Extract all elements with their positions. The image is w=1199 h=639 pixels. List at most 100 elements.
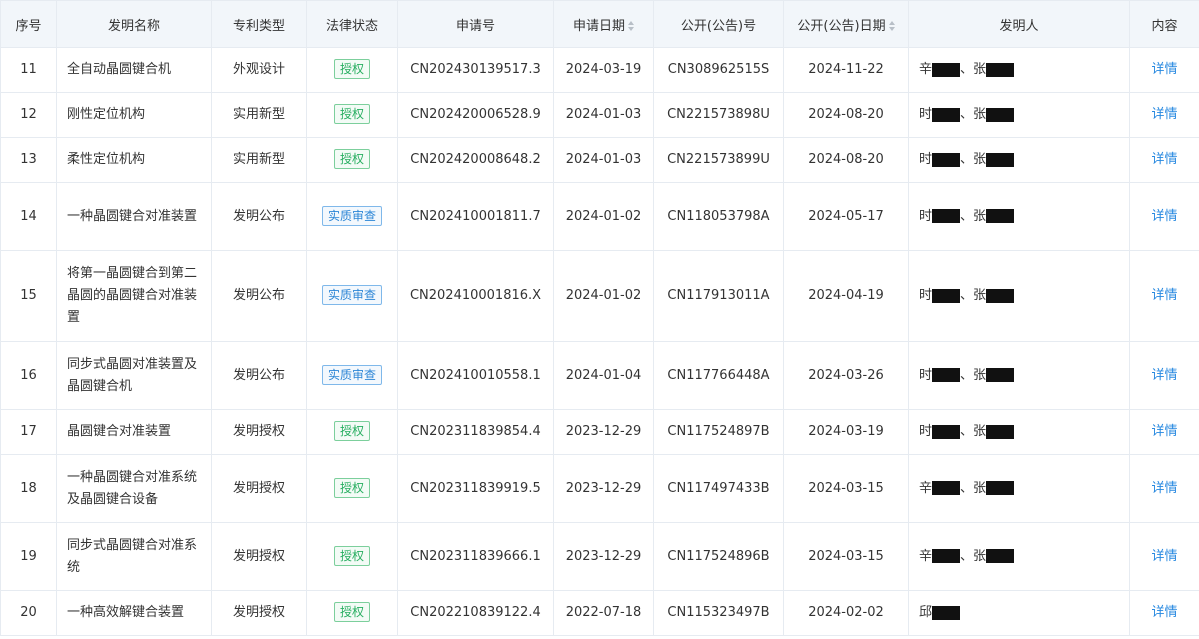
inventor-name: 张 bbox=[973, 62, 987, 77]
status-badge: 授权 bbox=[333, 104, 370, 124]
status-badge: 授权 bbox=[333, 602, 370, 622]
inventor-name: 张 bbox=[973, 367, 987, 383]
application-date: 2023-12-29 bbox=[565, 480, 642, 496]
cell-type: 实用新型 bbox=[211, 137, 307, 183]
cell-pub-date: 2024-03-15 bbox=[783, 522, 909, 591]
patent-type: 实用新型 bbox=[232, 107, 285, 122]
col-header-title: 发明名称 bbox=[56, 0, 212, 48]
patent-type: 发明授权 bbox=[232, 424, 285, 439]
redaction-block bbox=[986, 549, 1015, 563]
cell-title: 同步式晶圆对准装置及晶圆键合机 bbox=[56, 341, 212, 410]
publication-date: 2024-02-02 bbox=[808, 605, 884, 620]
patent-type: 发明授权 bbox=[232, 605, 285, 620]
inventor-name: 张 bbox=[973, 548, 987, 564]
cell-app-no: CN202430139517.3 bbox=[397, 47, 554, 93]
cell-app-date: 2024-01-03 bbox=[553, 137, 654, 183]
redaction-block bbox=[932, 481, 961, 495]
table-row: 13 柔性定位机构 实用新型 授权 CN202420008648.2 2024-01-03… bbox=[0, 137, 1199, 183]
patent-title: 一种高效解键合装置 bbox=[67, 605, 185, 620]
cell-type: 发明授权 bbox=[211, 522, 307, 591]
detail-link[interactable]: 详情 bbox=[1151, 107, 1177, 122]
cell-title: 全自动晶圆键合机 bbox=[56, 47, 212, 93]
cell-app-date: 2023-12-29 bbox=[553, 454, 654, 523]
row-number: 16 bbox=[20, 367, 37, 383]
detail-link[interactable]: 详情 bbox=[1151, 481, 1177, 496]
col-header-app-no: 申请号 bbox=[397, 0, 554, 48]
application-number: CN202410001816.X bbox=[409, 288, 542, 303]
table-body: 11 全自动晶圆键合机 外观设计 授权 CN202430139517.3 2024-03-… bbox=[0, 47, 1199, 636]
patent-type: 发明授权 bbox=[232, 548, 285, 564]
inventor-separator: 、 bbox=[960, 548, 974, 564]
cell-title: 将第一晶圆键合到第二晶圆的晶圆键合对准装置 bbox=[56, 250, 212, 342]
col-header-app-date[interactable]: 申请日期 bbox=[553, 0, 654, 48]
row-number: 18 bbox=[20, 480, 37, 496]
detail-link[interactable]: 详情 bbox=[1151, 368, 1177, 383]
cell-app-no: CN202410010558.1 bbox=[397, 341, 554, 410]
cell-pub-no: CN115323497B bbox=[653, 590, 784, 636]
redaction-block bbox=[986, 424, 1015, 439]
application-date: 2024-01-02 bbox=[565, 208, 642, 224]
detail-link[interactable]: 详情 bbox=[1151, 605, 1177, 620]
patent-title: 刚性定位机构 bbox=[67, 107, 146, 122]
detail-link[interactable]: 详情 bbox=[1151, 288, 1177, 303]
cell-content: 详情 bbox=[1129, 92, 1199, 138]
cell-seq: 12 bbox=[0, 92, 57, 138]
detail-link[interactable]: 详情 bbox=[1151, 62, 1177, 77]
detail-link[interactable]: 详情 bbox=[1151, 549, 1177, 564]
application-number: CN202420008648.2 bbox=[410, 152, 541, 167]
cell-pub-date: 2024-08-20 bbox=[783, 92, 909, 138]
cell-title: 一种晶圆键合对准装置 bbox=[56, 182, 212, 251]
inventor-separator: 、 bbox=[960, 424, 974, 439]
col-header-pub-date[interactable]: 公开(公告)日期 bbox=[783, 0, 909, 48]
detail-link[interactable]: 详情 bbox=[1151, 424, 1177, 439]
cell-pub-no: CN221573899U bbox=[653, 137, 784, 183]
publication-number: CN221573898U bbox=[667, 107, 770, 122]
cell-content: 详情 bbox=[1129, 522, 1199, 591]
cell-type: 实用新型 bbox=[211, 92, 307, 138]
patent-type: 实用新型 bbox=[232, 152, 285, 167]
detail-link[interactable]: 详情 bbox=[1151, 152, 1177, 167]
patent-title: 一种晶圆键合对准系统及晶圆键合设备 bbox=[67, 469, 198, 507]
cell-app-no: CN202410001811.7 bbox=[397, 182, 554, 251]
inventor-name: 张 bbox=[973, 480, 987, 496]
publication-date: 2024-03-19 bbox=[808, 424, 884, 439]
cell-content: 详情 bbox=[1129, 137, 1199, 183]
application-date: 2023-12-29 bbox=[565, 424, 642, 439]
cell-status: 授权 bbox=[306, 47, 398, 93]
application-date: 2024-03-19 bbox=[565, 62, 642, 77]
cell-pub-date: 2024-02-02 bbox=[783, 590, 909, 636]
application-date: 2024-01-03 bbox=[565, 152, 642, 167]
inventor-separator: 、 bbox=[960, 480, 974, 496]
sort-icon[interactable] bbox=[888, 21, 895, 31]
detail-link[interactable]: 详情 bbox=[1151, 209, 1177, 224]
cell-inventors: 时 、张 bbox=[908, 182, 1130, 251]
patent-title: 晶圆键合对准装置 bbox=[67, 424, 172, 439]
cell-pub-date: 2024-03-19 bbox=[783, 409, 909, 455]
cell-pub-no: CN118053798A bbox=[653, 182, 784, 251]
table-row: 11 全自动晶圆键合机 外观设计 授权 CN202430139517.3 2024-03-… bbox=[0, 47, 1199, 93]
cell-app-date: 2024-01-02 bbox=[553, 182, 654, 251]
cell-pub-no: CN117524896B bbox=[653, 522, 784, 591]
publication-number: CN117497433B bbox=[667, 480, 770, 496]
publication-date: 2024-11-22 bbox=[808, 62, 884, 77]
patent-title: 将第一晶圆键合到第二晶圆的晶圆键合对准装置 bbox=[67, 266, 198, 325]
application-date: 2024-01-03 bbox=[565, 107, 642, 122]
col-header-content: 内容 bbox=[1129, 0, 1199, 48]
status-badge: 实质审查 bbox=[321, 285, 382, 305]
patent-title: 全自动晶圆键合机 bbox=[67, 62, 172, 77]
status-badge: 实质审查 bbox=[321, 205, 382, 226]
cell-pub-no: CN117524897B bbox=[653, 409, 784, 455]
patent-title: 同步式晶圆键合对准系统 bbox=[67, 537, 198, 575]
cell-pub-no: CN308962515S bbox=[653, 47, 784, 93]
application-number: CN202410001811.7 bbox=[410, 208, 541, 224]
cell-pub-no: CN221573898U bbox=[653, 92, 784, 138]
application-date: 2023-12-29 bbox=[565, 548, 642, 564]
cell-seq: 16 bbox=[0, 341, 57, 410]
cell-app-date: 2022-07-18 bbox=[553, 590, 654, 636]
cell-content: 详情 bbox=[1129, 454, 1199, 523]
sort-icon[interactable] bbox=[628, 21, 634, 31]
redaction-block bbox=[932, 209, 961, 223]
inventor-name: 时 bbox=[919, 288, 933, 303]
table-row: 14 一种晶圆键合对准装置 发明公布 实质审查 CN202410001811.7 2024… bbox=[0, 182, 1199, 251]
redaction-block bbox=[932, 107, 961, 122]
